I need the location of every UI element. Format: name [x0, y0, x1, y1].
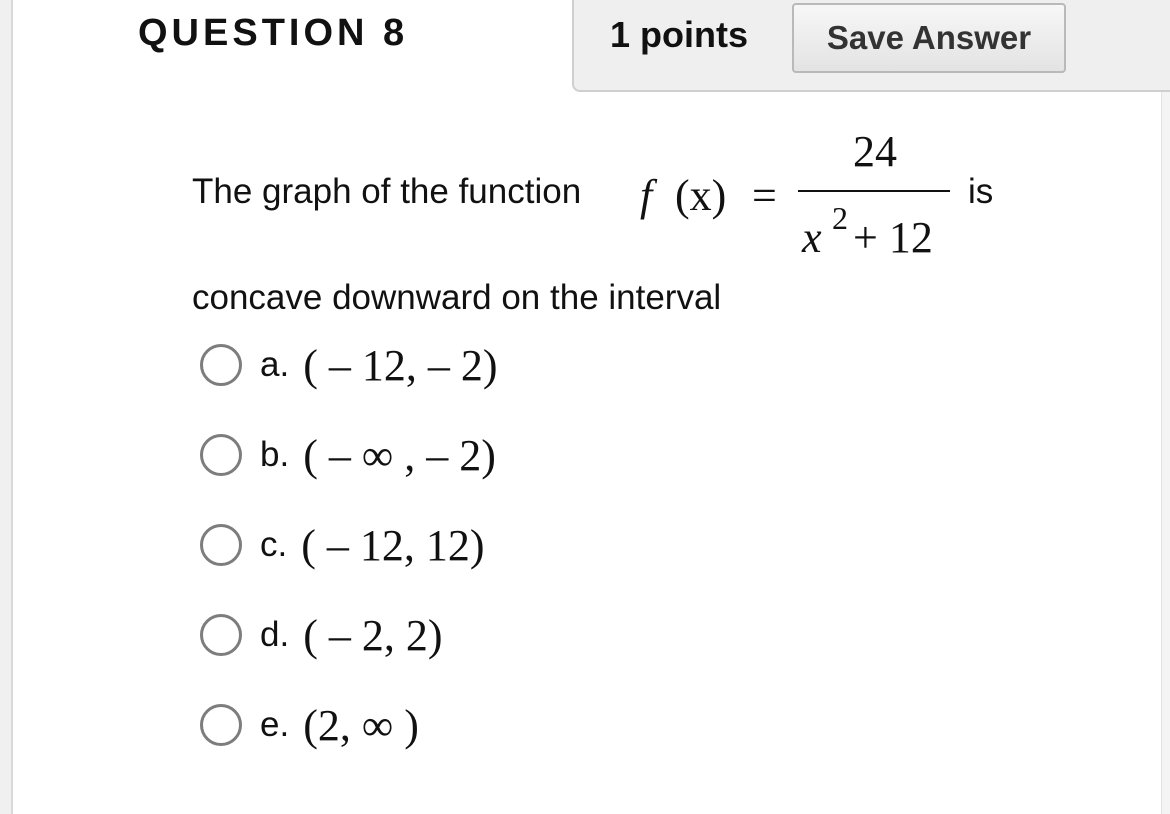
question-title: QUESTION 8 — [138, 12, 409, 54]
option-e[interactable]: e. (2, ∞ ) — [200, 700, 419, 750]
function-argument: (x) — [675, 170, 726, 221]
radio-button-b[interactable] — [200, 434, 242, 476]
option-letter: b. — [260, 435, 290, 474]
option-letter: e. — [260, 705, 290, 744]
equals-sign: = — [752, 171, 777, 220]
fraction-bar — [798, 190, 950, 192]
option-c[interactable]: c. ( – 12, 12) — [200, 520, 485, 570]
radio-button-d[interactable] — [200, 614, 242, 656]
save-answer-button[interactable]: Save Answer — [792, 3, 1066, 73]
left-border — [0, 0, 13, 814]
radio-button-e[interactable] — [200, 704, 242, 746]
option-value: ( – ∞ , – 2) — [303, 430, 496, 480]
radio-button-c[interactable] — [200, 524, 242, 566]
prompt-text-line2: concave downward on the interval — [192, 278, 722, 317]
prompt-text: The graph of the function — [192, 172, 582, 211]
denominator-variable: x — [802, 213, 822, 262]
option-letter: c. — [260, 525, 288, 564]
right-border — [1161, 0, 1170, 814]
option-letter: a. — [260, 345, 290, 384]
function-arg-text: (x) — [675, 171, 727, 220]
option-value: ( – 12, 12) — [301, 520, 485, 570]
option-letter: d. — [260, 615, 290, 654]
fraction-numerator: 24 — [853, 127, 897, 176]
prompt-text-suffix: is — [968, 172, 994, 211]
option-b[interactable]: b. ( – ∞ , – 2) — [200, 430, 496, 480]
option-value: ( – 2, 2) — [303, 610, 443, 660]
denominator-exponent: 2 — [832, 200, 848, 236]
option-d[interactable]: d. ( – 2, 2) — [200, 610, 443, 660]
function-name: f — [640, 171, 653, 220]
option-value: ( – 12, – 2) — [303, 340, 498, 390]
option-a[interactable]: a. ( – 12, – 2) — [200, 340, 498, 390]
radio-button-a[interactable] — [200, 344, 242, 386]
points-label: 1 points — [610, 14, 749, 55]
denominator-constant: + 12 — [853, 213, 933, 262]
option-value: (2, ∞ ) — [303, 700, 419, 750]
